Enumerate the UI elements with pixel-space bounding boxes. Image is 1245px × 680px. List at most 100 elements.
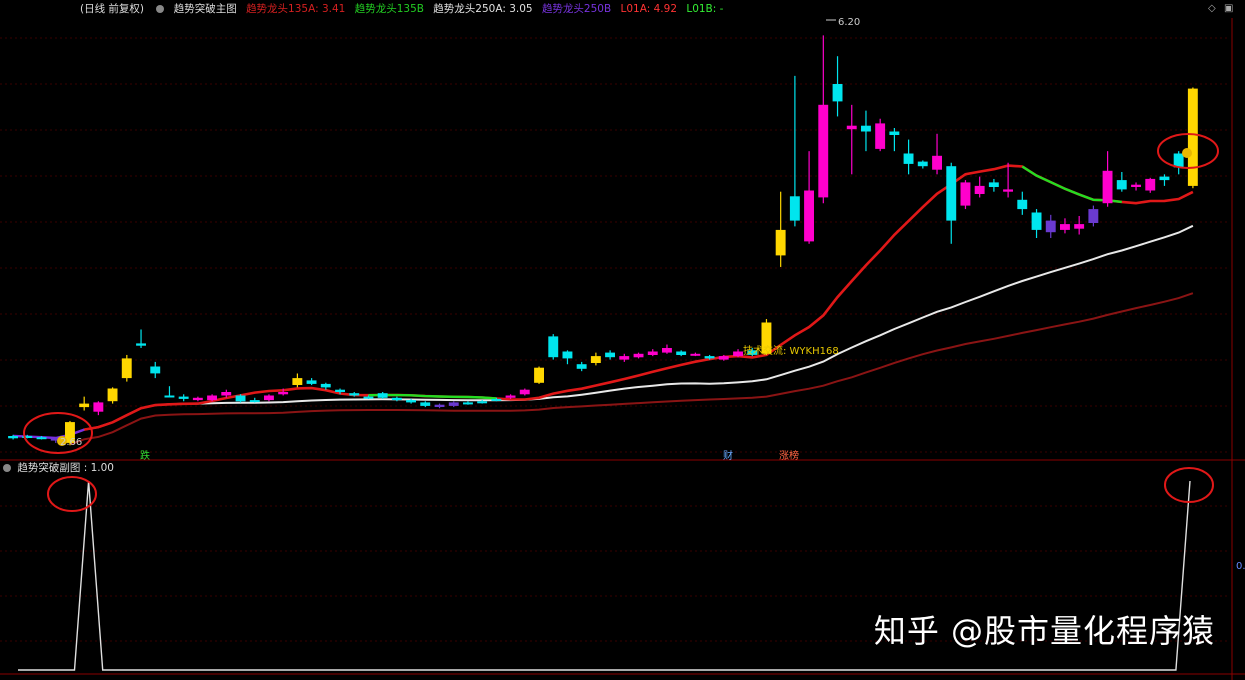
ma-green-segment xyxy=(368,393,497,400)
candle-body xyxy=(505,395,516,398)
indicator-l01b: L01B: - xyxy=(686,3,724,15)
candle-body xyxy=(107,388,118,402)
sub-chart-value: : 1.00 xyxy=(83,462,114,474)
candle-body xyxy=(249,400,260,403)
candle-body xyxy=(718,356,729,360)
candle-body xyxy=(463,402,473,405)
candle-body xyxy=(363,396,374,399)
indicator-l01a: L01A: 4.92 xyxy=(620,3,677,15)
candle-body xyxy=(946,166,957,221)
candle-body xyxy=(1116,180,1127,190)
marker-cai: 财 xyxy=(723,451,733,462)
sub-chart-header: 趋势突破副图 : 1.00 xyxy=(0,461,114,475)
main-chart-title: 趋势突破主图 xyxy=(173,3,237,15)
candle-body xyxy=(818,104,829,198)
indicator-135a: 趋势龙头135A: 3.41 xyxy=(246,3,346,15)
candle-body xyxy=(207,395,217,401)
candle-body xyxy=(320,383,331,388)
candle-body xyxy=(164,395,175,398)
candle-body xyxy=(1017,199,1028,210)
high-price-label: 6.20 xyxy=(838,17,861,28)
main-toggle-icon[interactable] xyxy=(156,5,165,13)
candle-body xyxy=(1131,184,1141,187)
ma-long-darkred xyxy=(69,292,1194,446)
candle-body xyxy=(633,353,644,358)
candle-body xyxy=(974,185,985,194)
candle-body xyxy=(406,400,416,403)
candle-body xyxy=(136,343,146,346)
watermark: 知乎 @股市量化程序猿 xyxy=(873,612,1215,650)
candle-body xyxy=(960,182,971,206)
candle-body xyxy=(420,402,431,406)
candle-body xyxy=(178,396,189,399)
candle-body xyxy=(79,403,90,408)
candle-body xyxy=(917,161,928,167)
candle-body xyxy=(477,401,488,404)
candle-body xyxy=(875,123,886,149)
candle-body xyxy=(519,389,530,395)
candle-body xyxy=(562,351,573,359)
candle-body xyxy=(548,336,559,358)
candle-body xyxy=(8,436,18,439)
candle-body xyxy=(1145,178,1156,191)
tech-contact-label: 技术交流: WYKH168 xyxy=(743,346,839,357)
window-box-icon[interactable]: ▣ xyxy=(1224,3,1233,14)
candle-body xyxy=(647,351,658,355)
low-price-label: 2.66 xyxy=(60,437,83,448)
candle-body xyxy=(121,358,132,379)
indicator-250a: 趋势龙头250A: 3.05 xyxy=(433,3,533,15)
candle-body xyxy=(804,190,814,242)
candle-body xyxy=(1045,220,1056,233)
candle-body xyxy=(590,356,601,363)
candle-body xyxy=(221,392,232,396)
candle-body xyxy=(690,353,701,356)
candle-body xyxy=(1060,224,1070,230)
candle-body xyxy=(832,84,843,102)
candle-body xyxy=(789,196,800,221)
indicator-135b: 趋势龙头135B xyxy=(354,3,424,15)
candle-body xyxy=(1003,189,1013,192)
candle-body xyxy=(292,378,303,385)
candle-body xyxy=(434,404,445,407)
sub-toggle-icon[interactable] xyxy=(3,464,11,472)
candle-body xyxy=(576,364,587,369)
candle-body xyxy=(988,182,999,187)
candle-body xyxy=(93,402,104,412)
candle-body xyxy=(235,395,246,402)
buy-marker-icon xyxy=(1182,148,1192,158)
moving-average-lines xyxy=(13,164,1194,446)
candle-body xyxy=(1031,212,1042,230)
candle-body xyxy=(1187,88,1198,186)
diamond-icon[interactable]: ◇ xyxy=(1208,3,1216,14)
candle-body xyxy=(676,351,687,355)
candle-body xyxy=(619,356,630,360)
marker-die: 跌 xyxy=(140,451,150,462)
candle-body xyxy=(150,366,161,374)
candle-body xyxy=(278,392,289,395)
main-gridlines xyxy=(0,18,1245,680)
period-label[interactable]: (日线 前复权) xyxy=(80,3,144,15)
candle-body xyxy=(335,389,345,392)
candle-body xyxy=(889,131,900,135)
candle-body xyxy=(775,229,786,256)
candle-body xyxy=(1088,209,1099,223)
candle-body xyxy=(349,393,360,396)
candle-body xyxy=(1159,176,1170,181)
candle-body xyxy=(704,356,715,359)
chart-canvas xyxy=(0,18,1245,680)
candle-body xyxy=(1074,224,1085,229)
candle-body xyxy=(1102,170,1113,204)
candle-body xyxy=(1173,153,1184,168)
candle-body xyxy=(861,125,871,132)
candle-body xyxy=(306,380,317,384)
candle-body xyxy=(377,393,388,398)
candle-body xyxy=(391,397,402,401)
candle-body xyxy=(903,153,914,164)
candle-body xyxy=(733,351,743,357)
candle-body xyxy=(662,348,672,353)
candle-body xyxy=(846,125,857,130)
candle-body xyxy=(534,367,544,383)
main-chart-header: (日线 前复权) 趋势突破主图 趋势龙头135A: 3.41 趋势龙头135B … xyxy=(0,0,1245,18)
candle-body xyxy=(448,402,459,406)
candle-body xyxy=(36,437,47,440)
